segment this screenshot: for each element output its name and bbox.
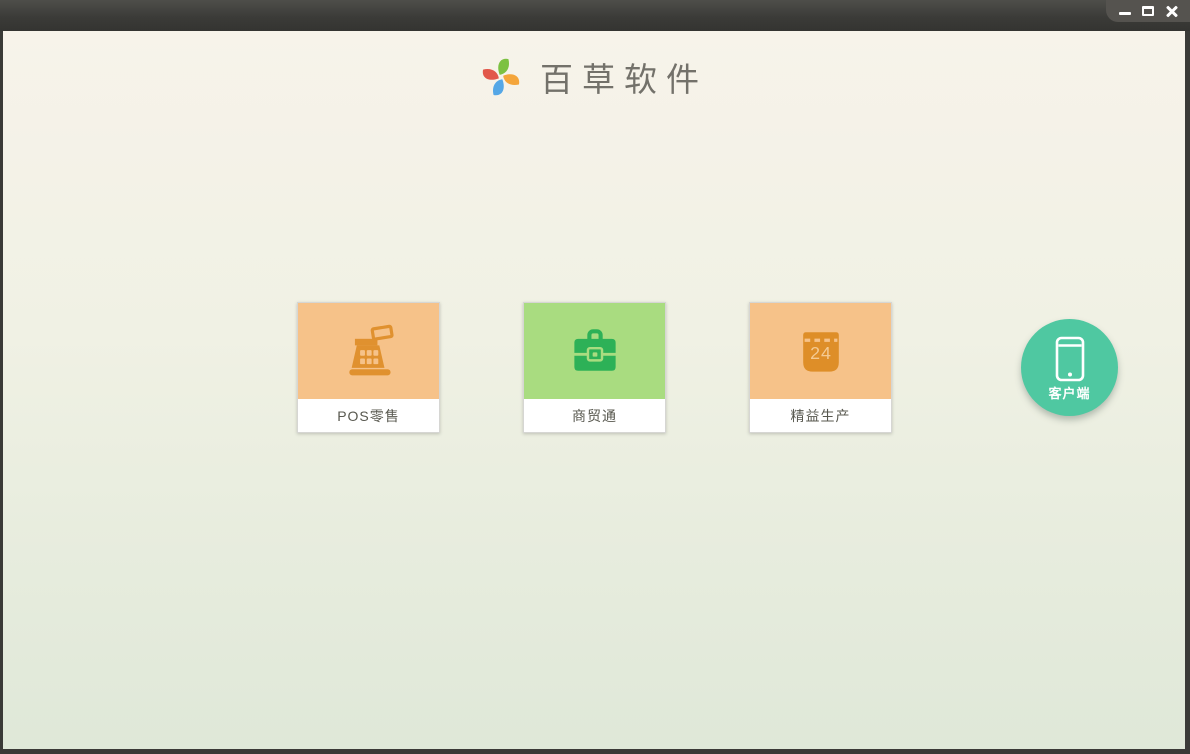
product-card-trade[interactable]: 商贸通 bbox=[523, 302, 666, 433]
titlebar bbox=[0, 0, 1190, 31]
app-window: 百草软件 POS零售 商贸通 24 精益生产 客户端 bbox=[0, 0, 1190, 754]
client-button-label: 客户端 bbox=[1048, 385, 1091, 401]
window-controls bbox=[1106, 0, 1190, 22]
briefcase-icon bbox=[573, 329, 616, 371]
cash-register-icon bbox=[348, 324, 394, 376]
pinwheel-logo-icon bbox=[482, 58, 520, 96]
client-app-button[interactable]: 客户端 bbox=[1021, 319, 1118, 416]
card-icon-area: 24 bbox=[750, 303, 891, 399]
card-icon-area bbox=[298, 303, 439, 399]
card-label: 精益生产 bbox=[750, 399, 891, 432]
card-icon-area bbox=[524, 303, 665, 399]
product-card-pos[interactable]: POS零售 bbox=[297, 302, 440, 433]
brand-header: 百草软件 bbox=[3, 53, 1185, 101]
maximize-icon bbox=[1142, 6, 1154, 16]
app-title: 百草软件 bbox=[540, 60, 708, 99]
close-icon bbox=[1165, 4, 1179, 18]
minimize-icon bbox=[1118, 11, 1131, 15]
card-label: 商贸通 bbox=[524, 399, 665, 432]
maximize-button[interactable] bbox=[1139, 3, 1157, 19]
card-label: POS零售 bbox=[298, 399, 439, 432]
main-content: 百草软件 POS零售 商贸通 24 精益生产 客户端 bbox=[3, 31, 1186, 749]
minimize-button[interactable] bbox=[1116, 3, 1134, 19]
smartphone-icon bbox=[1055, 336, 1084, 381]
close-button[interactable] bbox=[1163, 3, 1181, 19]
calendar-icon: 24 bbox=[802, 332, 839, 372]
svg-text:24: 24 bbox=[810, 343, 832, 363]
product-card-lean[interactable]: 24 精益生产 bbox=[749, 302, 892, 433]
